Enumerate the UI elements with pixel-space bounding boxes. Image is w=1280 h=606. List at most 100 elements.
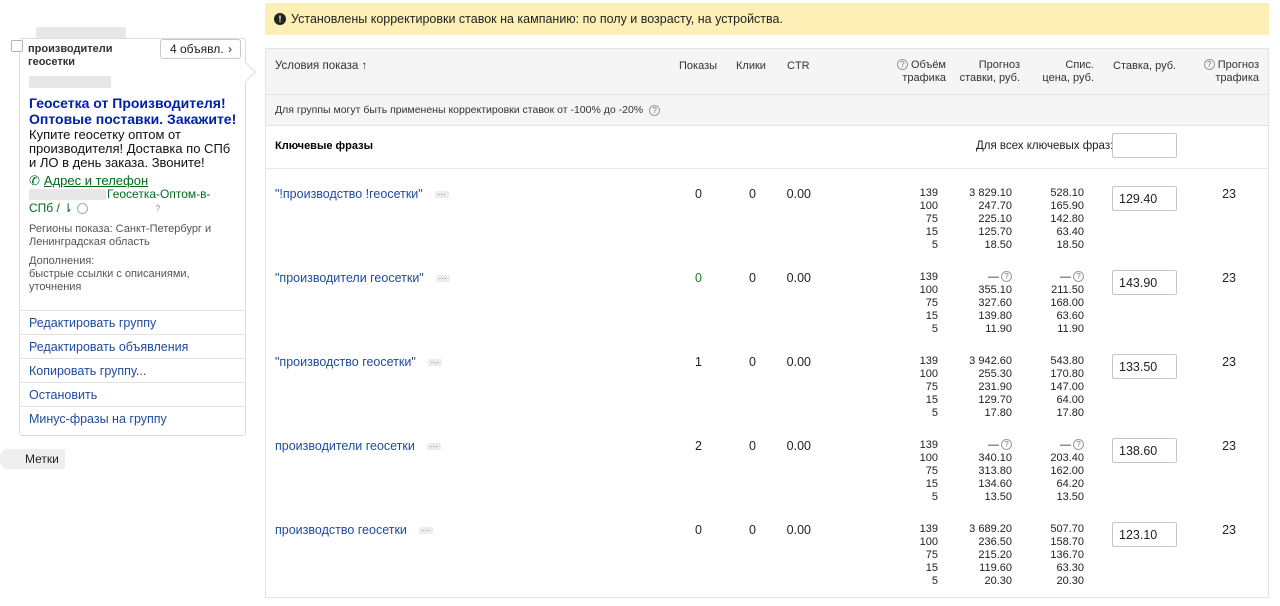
traffic-volume-line2: трафика	[902, 72, 946, 84]
more-icon[interactable]: …	[435, 272, 450, 283]
help-icon[interactable]: ?	[896, 59, 908, 70]
more-icon[interactable]: …	[426, 440, 441, 451]
bid-input[interactable]	[1112, 270, 1177, 295]
keyword-text: производство геосетки	[275, 523, 407, 537]
price-value: 20.30	[1056, 575, 1084, 587]
charged-prices: —? 211.50 168.00 63.60 11.90	[1036, 271, 1084, 336]
table-row: производство геосетки … 0 0 0.00 139 100 75…	[266, 505, 1268, 589]
col-conditions[interactable]: Условия показа ↑	[275, 60, 367, 73]
traffic-forecast-line2: трафика	[1215, 72, 1259, 84]
copy-group-link[interactable]: Копировать группу...	[19, 358, 246, 382]
keyword-phrase[interactable]: производители геосетки …	[275, 439, 441, 453]
col-traffic-volume[interactable]: ? Объём трафика	[886, 59, 946, 85]
more-icon[interactable]: …	[418, 524, 433, 535]
forecast-bids: —? 355.10 327.60 139.80 11.90	[956, 271, 1012, 336]
keyword-phrase[interactable]: производство геосетки …	[275, 523, 433, 537]
forecast-value: 231.90	[978, 381, 1012, 393]
volume-value: 100	[919, 284, 938, 296]
clicks-value: 0	[749, 439, 756, 453]
charged-prices: —? 203.40 162.00 64.20 13.50	[1036, 439, 1084, 504]
price-value: 170.80	[1050, 368, 1084, 380]
help-icon[interactable]: ?	[1073, 439, 1084, 450]
traffic-volumes: 139 100 75 15 5	[902, 187, 938, 252]
price-value: 158.70	[1050, 536, 1084, 548]
volume-value: 100	[919, 368, 938, 380]
ctr-value: 0.00	[786, 523, 811, 537]
keyword-phrase[interactable]: "!производство !геосетки"…	[275, 187, 449, 201]
table-row: "!производство !геосетки"… 0 0 0.00 139 1…	[266, 169, 1268, 253]
forecast-value: 11.90	[985, 323, 1012, 335]
price-value: 211.50	[1051, 284, 1084, 296]
bid-input[interactable]	[1112, 438, 1177, 463]
help-icon[interactable]: ?	[76, 203, 160, 215]
charged-price-line1: Спис.	[1065, 59, 1094, 71]
col-ctr[interactable]: CTR	[787, 60, 810, 73]
volume-value: 100	[919, 452, 938, 464]
price-value: 168.00	[1050, 297, 1084, 309]
volume-value: 5	[931, 491, 938, 503]
tags-button[interactable]: Метки	[0, 449, 65, 469]
price-value: 543.80	[1050, 355, 1084, 367]
price-value: —	[1060, 439, 1071, 451]
volume-value: 15	[925, 310, 938, 322]
stop-link[interactable]: Остановить	[19, 382, 246, 406]
more-icon[interactable]: …	[434, 188, 449, 199]
bid-adjustments-banner: ! Установлены корректировки ставок на ка…	[265, 3, 1269, 35]
volume-value: 5	[931, 575, 938, 587]
edit-group-link[interactable]: Редактировать группу	[19, 310, 246, 334]
ads-count-button[interactable]: 4 объявл. ›	[160, 39, 241, 59]
col-impressions[interactable]: Показы	[679, 60, 717, 73]
charged-prices: 528.10 165.90 142.80 63.40 18.50	[1036, 187, 1084, 252]
table-row: производители геосетки … 2 0 0.00 139 100 7…	[266, 421, 1268, 505]
table-row: "производители геосетки" … 0 0 0.00 139 10…	[266, 253, 1268, 337]
forecast-bids: 3 942.60 255.30 231.90 129.70 17.80	[956, 355, 1012, 420]
forecast-value: 340.10	[978, 452, 1012, 464]
help-icon[interactable]: ?	[649, 104, 661, 116]
bid-adjustment-note: Для группы могут быть применены корректи…	[266, 95, 1268, 126]
forecast-value: —	[988, 271, 999, 283]
keyword-phrase[interactable]: "производство геосетки" …	[275, 355, 442, 369]
traffic-forecast-value: 23	[1222, 187, 1236, 201]
price-value: 203.40	[1050, 452, 1084, 464]
negative-keywords-link[interactable]: Минус-фразы на группу	[19, 406, 246, 430]
group-name[interactable]: производители геосетки	[28, 43, 138, 69]
forecast-value: 313.80	[978, 465, 1012, 477]
price-value: 64.00	[1056, 394, 1084, 406]
help-icon[interactable]: ?	[1001, 439, 1012, 450]
volume-value: 139	[919, 355, 938, 367]
forecast-value: 236.50	[978, 536, 1012, 548]
col-forecast-bid[interactable]: Прогноз ставки, руб.	[946, 59, 1020, 85]
for-all-keywords-label: Для всех ключевых фраз:	[976, 140, 1114, 152]
impressions-value: 0	[695, 187, 702, 201]
charged-prices: 507.70 158.70 136.70 63.30 20.30	[1036, 523, 1084, 588]
col-bid[interactable]: Ставка, руб.	[1113, 60, 1176, 73]
help-icon[interactable]: ?	[1203, 59, 1215, 70]
keyword-text: "производство геосетки"	[275, 355, 416, 369]
group-checkbox[interactable]	[11, 40, 23, 52]
clicks-value: 0	[749, 271, 756, 285]
clicks-value: 0	[749, 355, 756, 369]
for-all-bid-input[interactable]	[1112, 133, 1177, 158]
keyword-text: производители геосетки	[275, 439, 415, 453]
help-icon[interactable]: ?	[1073, 271, 1084, 282]
edit-ads-link[interactable]: Редактировать объявления	[19, 334, 246, 358]
col-traffic-forecast[interactable]: ? Прогноз трафика	[1194, 59, 1259, 85]
price-value: 63.60	[1056, 310, 1084, 322]
extras-label: Дополнения:	[29, 255, 95, 267]
traffic-volumes: 139 100 75 15 5	[902, 271, 938, 336]
forecast-bids: 3 689.20 236.50 215.20 119.60 20.30	[956, 523, 1012, 588]
col-clicks[interactable]: Клики	[736, 60, 766, 73]
price-value: 165.90	[1050, 200, 1084, 212]
col-charged-price[interactable]: Спис. цена, руб.	[1034, 59, 1094, 85]
price-value: 63.40	[1056, 226, 1084, 238]
bid-input[interactable]	[1112, 522, 1177, 547]
traffic-volume-line1: Объём	[910, 59, 946, 71]
more-icon[interactable]: …	[427, 356, 442, 367]
bid-input[interactable]	[1112, 354, 1177, 379]
bid-input[interactable]	[1112, 186, 1177, 211]
edit-url-icon[interactable]: ⇂	[63, 201, 73, 215]
price-value: 11.90	[1057, 323, 1084, 335]
price-value: 136.70	[1050, 549, 1084, 561]
help-icon[interactable]: ?	[1001, 271, 1012, 282]
keyword-phrase[interactable]: "производители геосетки"…	[275, 271, 450, 285]
